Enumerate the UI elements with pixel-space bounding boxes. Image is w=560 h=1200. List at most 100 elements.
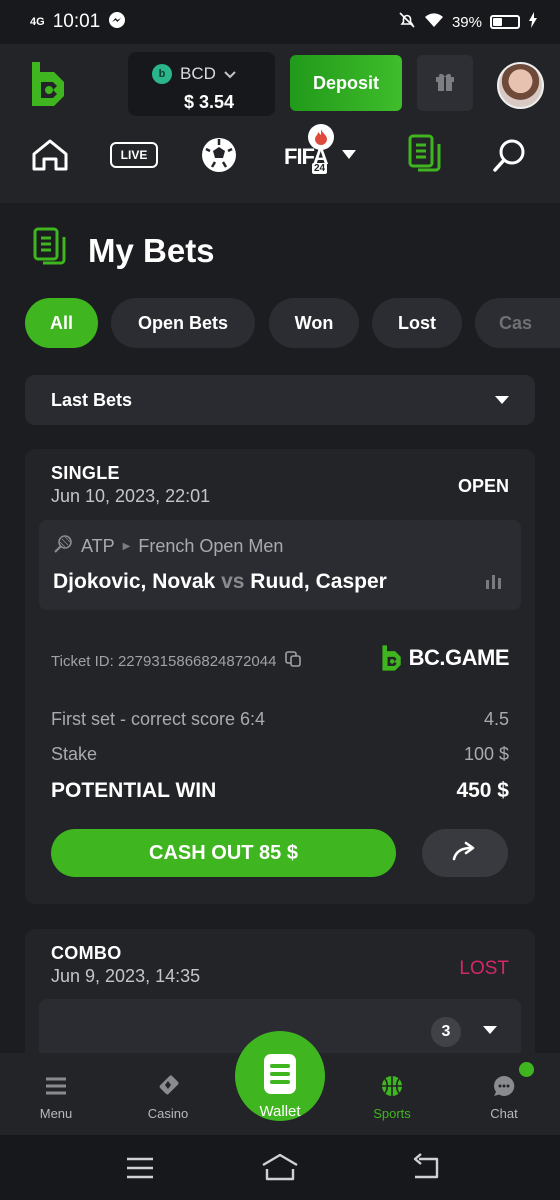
charging-icon bbox=[528, 12, 538, 32]
chevron-down-icon bbox=[342, 146, 356, 164]
top-header: b BCD $ 3.54 Deposit bbox=[0, 44, 560, 124]
market-name: First set - correct score 6:4 bbox=[51, 709, 266, 729]
chevron-down-icon bbox=[224, 64, 236, 84]
live-badge: LIVE bbox=[110, 142, 158, 168]
deposit-button[interactable]: Deposit bbox=[290, 55, 402, 111]
basketball-icon bbox=[380, 1073, 404, 1099]
potential-win-row: POTENTIAL WIN 450 $ bbox=[51, 779, 509, 803]
user-avatar[interactable] bbox=[497, 62, 544, 109]
system-nav-bar bbox=[0, 1135, 560, 1200]
bets-icon bbox=[32, 227, 68, 274]
bet-date: Jun 10, 2023, 22:01 bbox=[51, 486, 211, 506]
odds-value: 4.5 bbox=[483, 709, 509, 729]
stake-row: Stake 100 $ bbox=[51, 744, 509, 765]
home-player: Djokovic, Novak bbox=[53, 570, 216, 593]
bet-card-single[interactable]: SINGLE Jun 10, 2023, 22:01 OPEN ATP ▶ Fr… bbox=[25, 449, 535, 904]
dropdown-value: Last Bets bbox=[51, 389, 133, 410]
share-arrow-icon bbox=[452, 841, 478, 866]
my-bets-page: My Bets All Open Bets Won Lost Cas Last … bbox=[0, 203, 560, 1089]
bet-status: LOST bbox=[459, 958, 509, 979]
bets-icon[interactable] bbox=[405, 132, 445, 178]
network-indicator: 4G bbox=[30, 15, 45, 28]
gift-icon bbox=[433, 69, 457, 98]
tab-lost[interactable]: Lost bbox=[372, 298, 462, 348]
bet-type: COMBO bbox=[51, 943, 122, 963]
page-title: My Bets bbox=[88, 231, 215, 269]
vs-label: vs bbox=[221, 570, 245, 593]
copy-icon[interactable] bbox=[284, 650, 302, 672]
casino-cards-icon bbox=[156, 1073, 180, 1099]
chevron-down-icon bbox=[483, 1026, 497, 1034]
nav-chat[interactable]: Chat bbox=[448, 1053, 560, 1135]
app-screen: 4G 10:01 39% b BCD $ 3.54 Deposit LIVE F… bbox=[0, 0, 560, 1200]
bet-event[interactable]: ATP ▶ French Open Men Djokovic, Novak vs… bbox=[39, 520, 521, 610]
bc-game-logo-icon bbox=[382, 645, 401, 671]
recent-apps-icon[interactable] bbox=[126, 1157, 154, 1184]
status-bar: 4G 10:01 39% bbox=[0, 0, 560, 44]
page-header: My Bets bbox=[32, 227, 215, 274]
fifa-24-button[interactable]: FIFA 24 bbox=[280, 124, 360, 178]
tab-cashout[interactable]: Cas bbox=[475, 298, 560, 348]
home-nav-icon[interactable] bbox=[261, 1153, 299, 1186]
match-teams: Djokovic, Novak vs Ruud, Casper bbox=[53, 570, 387, 594]
gift-button[interactable] bbox=[417, 55, 473, 111]
tab-open-bets[interactable]: Open Bets bbox=[111, 298, 255, 348]
potential-win-value: 450 $ bbox=[456, 779, 509, 802]
chevron-down-icon bbox=[495, 396, 509, 404]
bcd-coin-icon: b bbox=[152, 64, 172, 84]
sport-name: ATP bbox=[81, 536, 115, 556]
hamburger-icon bbox=[45, 1073, 67, 1099]
battery-icon bbox=[490, 15, 520, 29]
battery-percent: 39% bbox=[451, 13, 482, 31]
hot-flame-icon bbox=[308, 124, 334, 150]
breadcrumb-separator-icon: ▶ bbox=[122, 541, 131, 552]
nav-label: Sports bbox=[373, 1106, 411, 1121]
stake-label: Stake bbox=[51, 744, 98, 764]
fifa-24-icon: FIFA 24 bbox=[284, 124, 334, 178]
bc-game-logo[interactable] bbox=[26, 60, 68, 108]
nav-label: Menu bbox=[39, 1106, 73, 1121]
away-player: Ruud, Casper bbox=[250, 570, 387, 593]
brand-name: BC.GAME bbox=[408, 645, 510, 670]
mute-icon bbox=[398, 11, 416, 33]
home-icon[interactable] bbox=[30, 132, 70, 178]
balance-amount: $ 3.54 bbox=[184, 92, 235, 112]
event-league: ATP ▶ French Open Men bbox=[53, 534, 283, 559]
balance-selector[interactable]: b BCD $ 3.54 bbox=[128, 52, 275, 116]
league-name: French Open Men bbox=[138, 536, 284, 556]
search-icon[interactable] bbox=[490, 132, 530, 178]
wifi-icon bbox=[424, 12, 444, 32]
selection-count-badge: 3 bbox=[431, 1017, 461, 1047]
stats-icon[interactable] bbox=[486, 575, 501, 589]
nav-label: Casino bbox=[147, 1106, 189, 1121]
bet-date: Jun 9, 2023, 14:35 bbox=[51, 966, 201, 986]
cash-out-button[interactable]: CASH OUT 85 $ bbox=[51, 829, 396, 877]
tab-won[interactable]: Won bbox=[269, 298, 359, 348]
bet-type: SINGLE bbox=[51, 463, 120, 483]
currency-label: BCD bbox=[180, 64, 216, 83]
stake-value: 100 $ bbox=[463, 744, 509, 764]
live-button[interactable]: LIVE bbox=[110, 132, 158, 178]
ticket-id: Ticket ID: 2279315866824872044 bbox=[51, 650, 302, 672]
chat-online-indicator bbox=[519, 1062, 534, 1077]
back-nav-icon[interactable] bbox=[411, 1153, 441, 1186]
bets-period-dropdown[interactable]: Last Bets bbox=[25, 375, 535, 425]
soccer-icon[interactable] bbox=[199, 132, 239, 178]
nav-casino[interactable]: Casino bbox=[112, 1053, 224, 1135]
tennis-racket-icon bbox=[53, 534, 73, 559]
chat-bubble-icon bbox=[492, 1073, 516, 1099]
ticket-id-text: Ticket ID: 2279315866824872044 bbox=[51, 652, 277, 670]
bc-game-brand: BC.GAME bbox=[379, 643, 510, 673]
nav-menu[interactable]: Menu bbox=[0, 1053, 112, 1135]
potential-win-label: POTENTIAL WIN bbox=[51, 779, 217, 802]
tab-all[interactable]: All bbox=[25, 298, 98, 348]
nav-sports[interactable]: Sports bbox=[336, 1053, 448, 1135]
sport-nav: LIVE FIFA 24 bbox=[0, 124, 560, 203]
messenger-notification-icon bbox=[108, 11, 126, 34]
share-button[interactable] bbox=[422, 829, 508, 877]
nav-label-wallet: Wallet bbox=[259, 1103, 301, 1120]
bet-filter-tabs: All Open Bets Won Lost Cas bbox=[25, 298, 560, 348]
bet-status: OPEN bbox=[457, 476, 509, 496]
nav-label: Chat bbox=[490, 1106, 518, 1121]
clock: 10:01 bbox=[52, 11, 101, 32]
